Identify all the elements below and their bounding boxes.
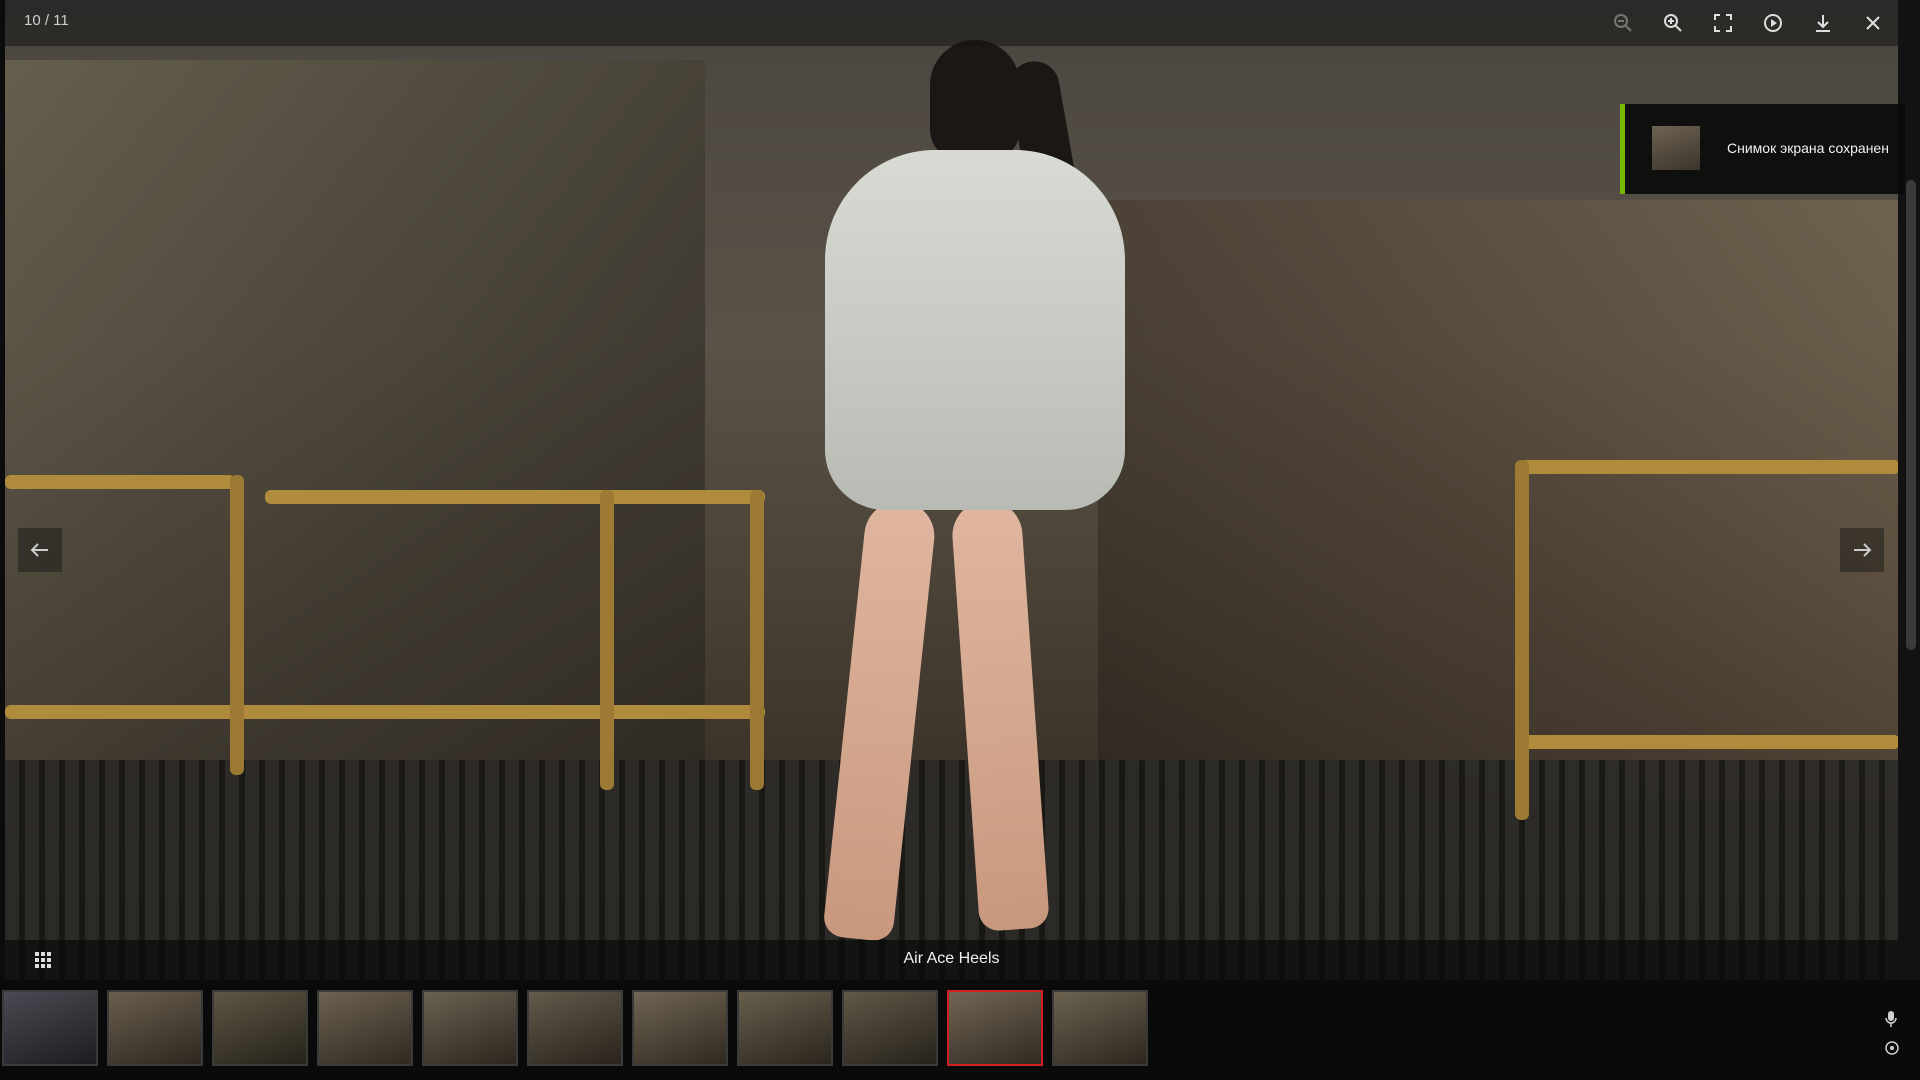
- thumbnail-item[interactable]: [317, 990, 413, 1066]
- character-shirt: [825, 150, 1125, 510]
- slideshow-button[interactable]: [1748, 0, 1798, 46]
- camera-capture-icon[interactable]: [1884, 1040, 1900, 1056]
- thumbnail-item[interactable]: [842, 990, 938, 1066]
- screenshot-thumbnail: [1652, 126, 1700, 170]
- thumbnail-item[interactable]: [1052, 990, 1148, 1066]
- thumbnail-strip: [0, 980, 1920, 1080]
- thumbnail-item[interactable]: [422, 990, 518, 1066]
- viewer-toolbar: 10 / 11: [5, 0, 1898, 46]
- railing-post: [230, 475, 244, 775]
- download-icon: [1816, 15, 1830, 32]
- scrollbar-thumb[interactable]: [1906, 180, 1916, 650]
- microphone-icon[interactable]: [1884, 1010, 1898, 1028]
- railing-post: [600, 490, 614, 790]
- image-viewer: [5, 0, 1898, 980]
- thumbnail-item-selected[interactable]: [947, 990, 1043, 1066]
- toolbar-actions: [1598, 0, 1898, 46]
- zoom-in-button[interactable]: [1648, 0, 1698, 46]
- zoom-out-icon: [1614, 14, 1632, 32]
- fullscreen-icon: [1714, 14, 1732, 32]
- character-head: [930, 40, 1020, 160]
- image-counter: 10 / 11: [24, 12, 69, 29]
- railing-bar: [5, 475, 235, 489]
- image-caption: Air Ace Heels: [903, 950, 1000, 967]
- railing-post: [750, 490, 764, 790]
- screenshot-saved-notification: Снимок экрана сохранен: [1620, 104, 1905, 194]
- thumbnail-item[interactable]: [737, 990, 833, 1066]
- zoom-out-button[interactable]: [1598, 0, 1648, 46]
- download-button[interactable]: [1798, 0, 1848, 46]
- next-image-button[interactable]: [1840, 528, 1884, 572]
- notification-message: Снимок экрана сохранен: [1727, 140, 1889, 156]
- previous-image-button[interactable]: [18, 528, 62, 572]
- fullscreen-button[interactable]: [1698, 0, 1748, 46]
- thumbnail-item[interactable]: [2, 990, 98, 1066]
- close-icon: [1866, 16, 1880, 30]
- strip-side-controls: [1884, 1010, 1900, 1056]
- railing-bar: [265, 490, 765, 504]
- thumbnail-item[interactable]: [632, 990, 728, 1066]
- thumbnail-item[interactable]: [107, 990, 203, 1066]
- railing-bar: [1520, 460, 1898, 474]
- thumbnail-item[interactable]: [212, 990, 308, 1066]
- caption-bar: Air Ace Heels: [5, 940, 1898, 980]
- railing-bar: [5, 705, 765, 719]
- thumbnail-item[interactable]: [527, 990, 623, 1066]
- close-button[interactable]: [1848, 0, 1898, 46]
- zoom-in-icon: [1664, 14, 1682, 32]
- city-background-right: [1098, 200, 1898, 800]
- railing-post: [1515, 460, 1529, 820]
- arrow-left-icon: [30, 543, 48, 557]
- play-icon: [1764, 14, 1782, 32]
- railing-bar: [1520, 735, 1898, 749]
- arrow-right-icon: [1854, 543, 1872, 557]
